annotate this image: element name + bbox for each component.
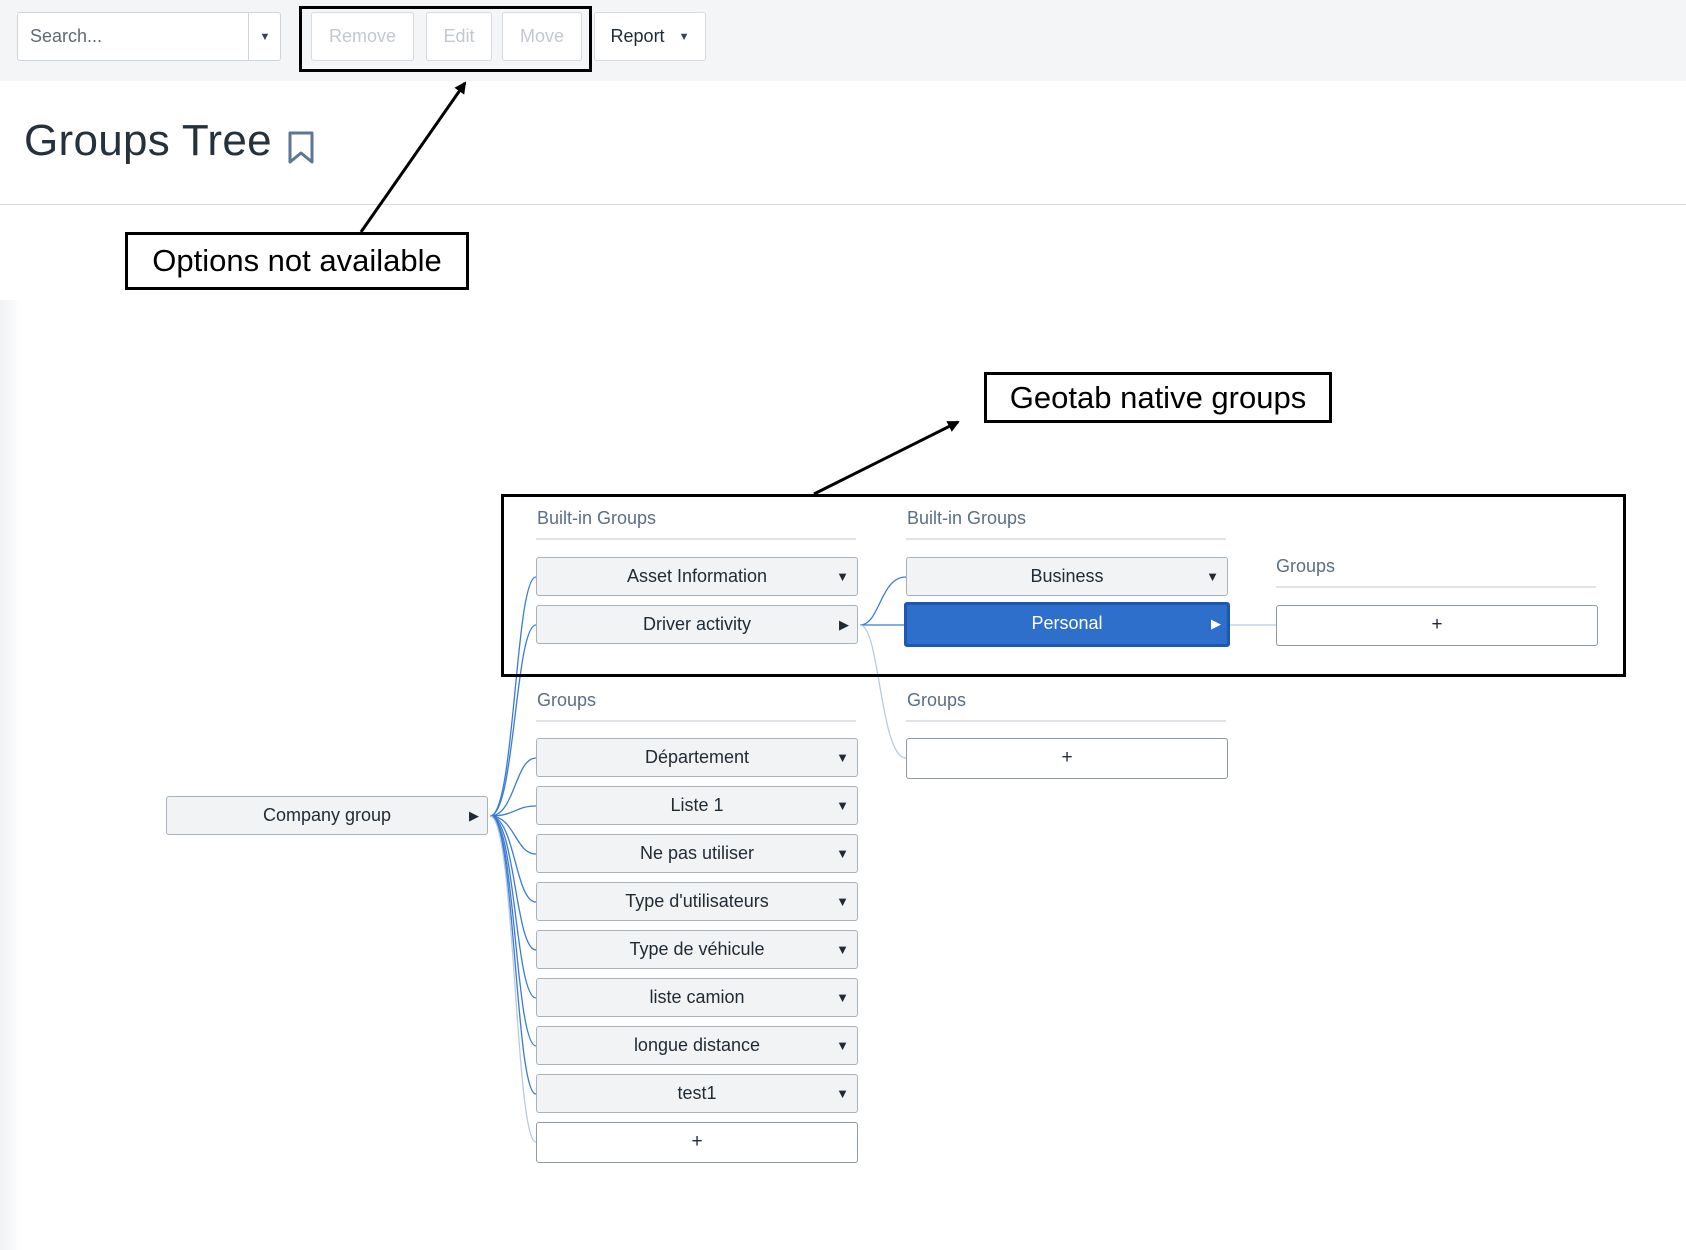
- expand-down-icon: ▼: [836, 846, 849, 861]
- tree-node[interactable]: longue distance ▼: [536, 1026, 858, 1065]
- tree-node[interactable]: Département ▼: [536, 738, 858, 777]
- plus-icon: +: [1061, 747, 1073, 768]
- node-label: Company group: [262, 805, 392, 825]
- native-groups-highlight: [501, 494, 1626, 677]
- expand-down-icon: ▼: [836, 942, 849, 957]
- expand-down-icon: ▼: [836, 750, 849, 765]
- node-label: Type d'utilisateurs: [625, 891, 769, 911]
- tree-node[interactable]: liste camion ▼: [536, 978, 858, 1017]
- column-rule: [906, 720, 1226, 722]
- node-label: Ne pas utiliser: [639, 843, 755, 863]
- node-label: longue distance: [633, 1035, 761, 1055]
- add-group-button[interactable]: +: [906, 738, 1228, 779]
- node-label: Département: [644, 747, 750, 767]
- column-title: Groups: [537, 690, 597, 710]
- node-label: Type de véhicule: [629, 939, 765, 959]
- expand-right-icon: ▶: [469, 808, 479, 823]
- expand-down-icon: ▼: [836, 1038, 849, 1053]
- column-rule: [536, 720, 856, 722]
- tree-node[interactable]: Type d'utilisateurs ▼: [536, 882, 858, 921]
- column-title: Groups: [907, 690, 967, 710]
- expand-down-icon: ▼: [836, 990, 849, 1005]
- node-label: Liste 1: [670, 795, 724, 815]
- add-group-button[interactable]: +: [536, 1122, 858, 1163]
- node-label: test1: [677, 1083, 717, 1103]
- tree-node[interactable]: Ne pas utiliser ▼: [536, 834, 858, 873]
- tree-node[interactable]: test1 ▼: [536, 1074, 858, 1113]
- options-not-available-callout: Options not available: [125, 232, 469, 290]
- expand-down-icon: ▼: [836, 1086, 849, 1101]
- tree-node[interactable]: Liste 1 ▼: [536, 786, 858, 825]
- plus-icon: +: [691, 1131, 703, 1152]
- expand-down-icon: ▼: [836, 798, 849, 813]
- expand-down-icon: ▼: [836, 894, 849, 909]
- tree-node[interactable]: Type de véhicule ▼: [536, 930, 858, 969]
- tree-node-root[interactable]: Company group ▶: [166, 796, 488, 835]
- node-label: liste camion: [649, 987, 745, 1007]
- native-groups-callout: Geotab native groups: [984, 372, 1332, 423]
